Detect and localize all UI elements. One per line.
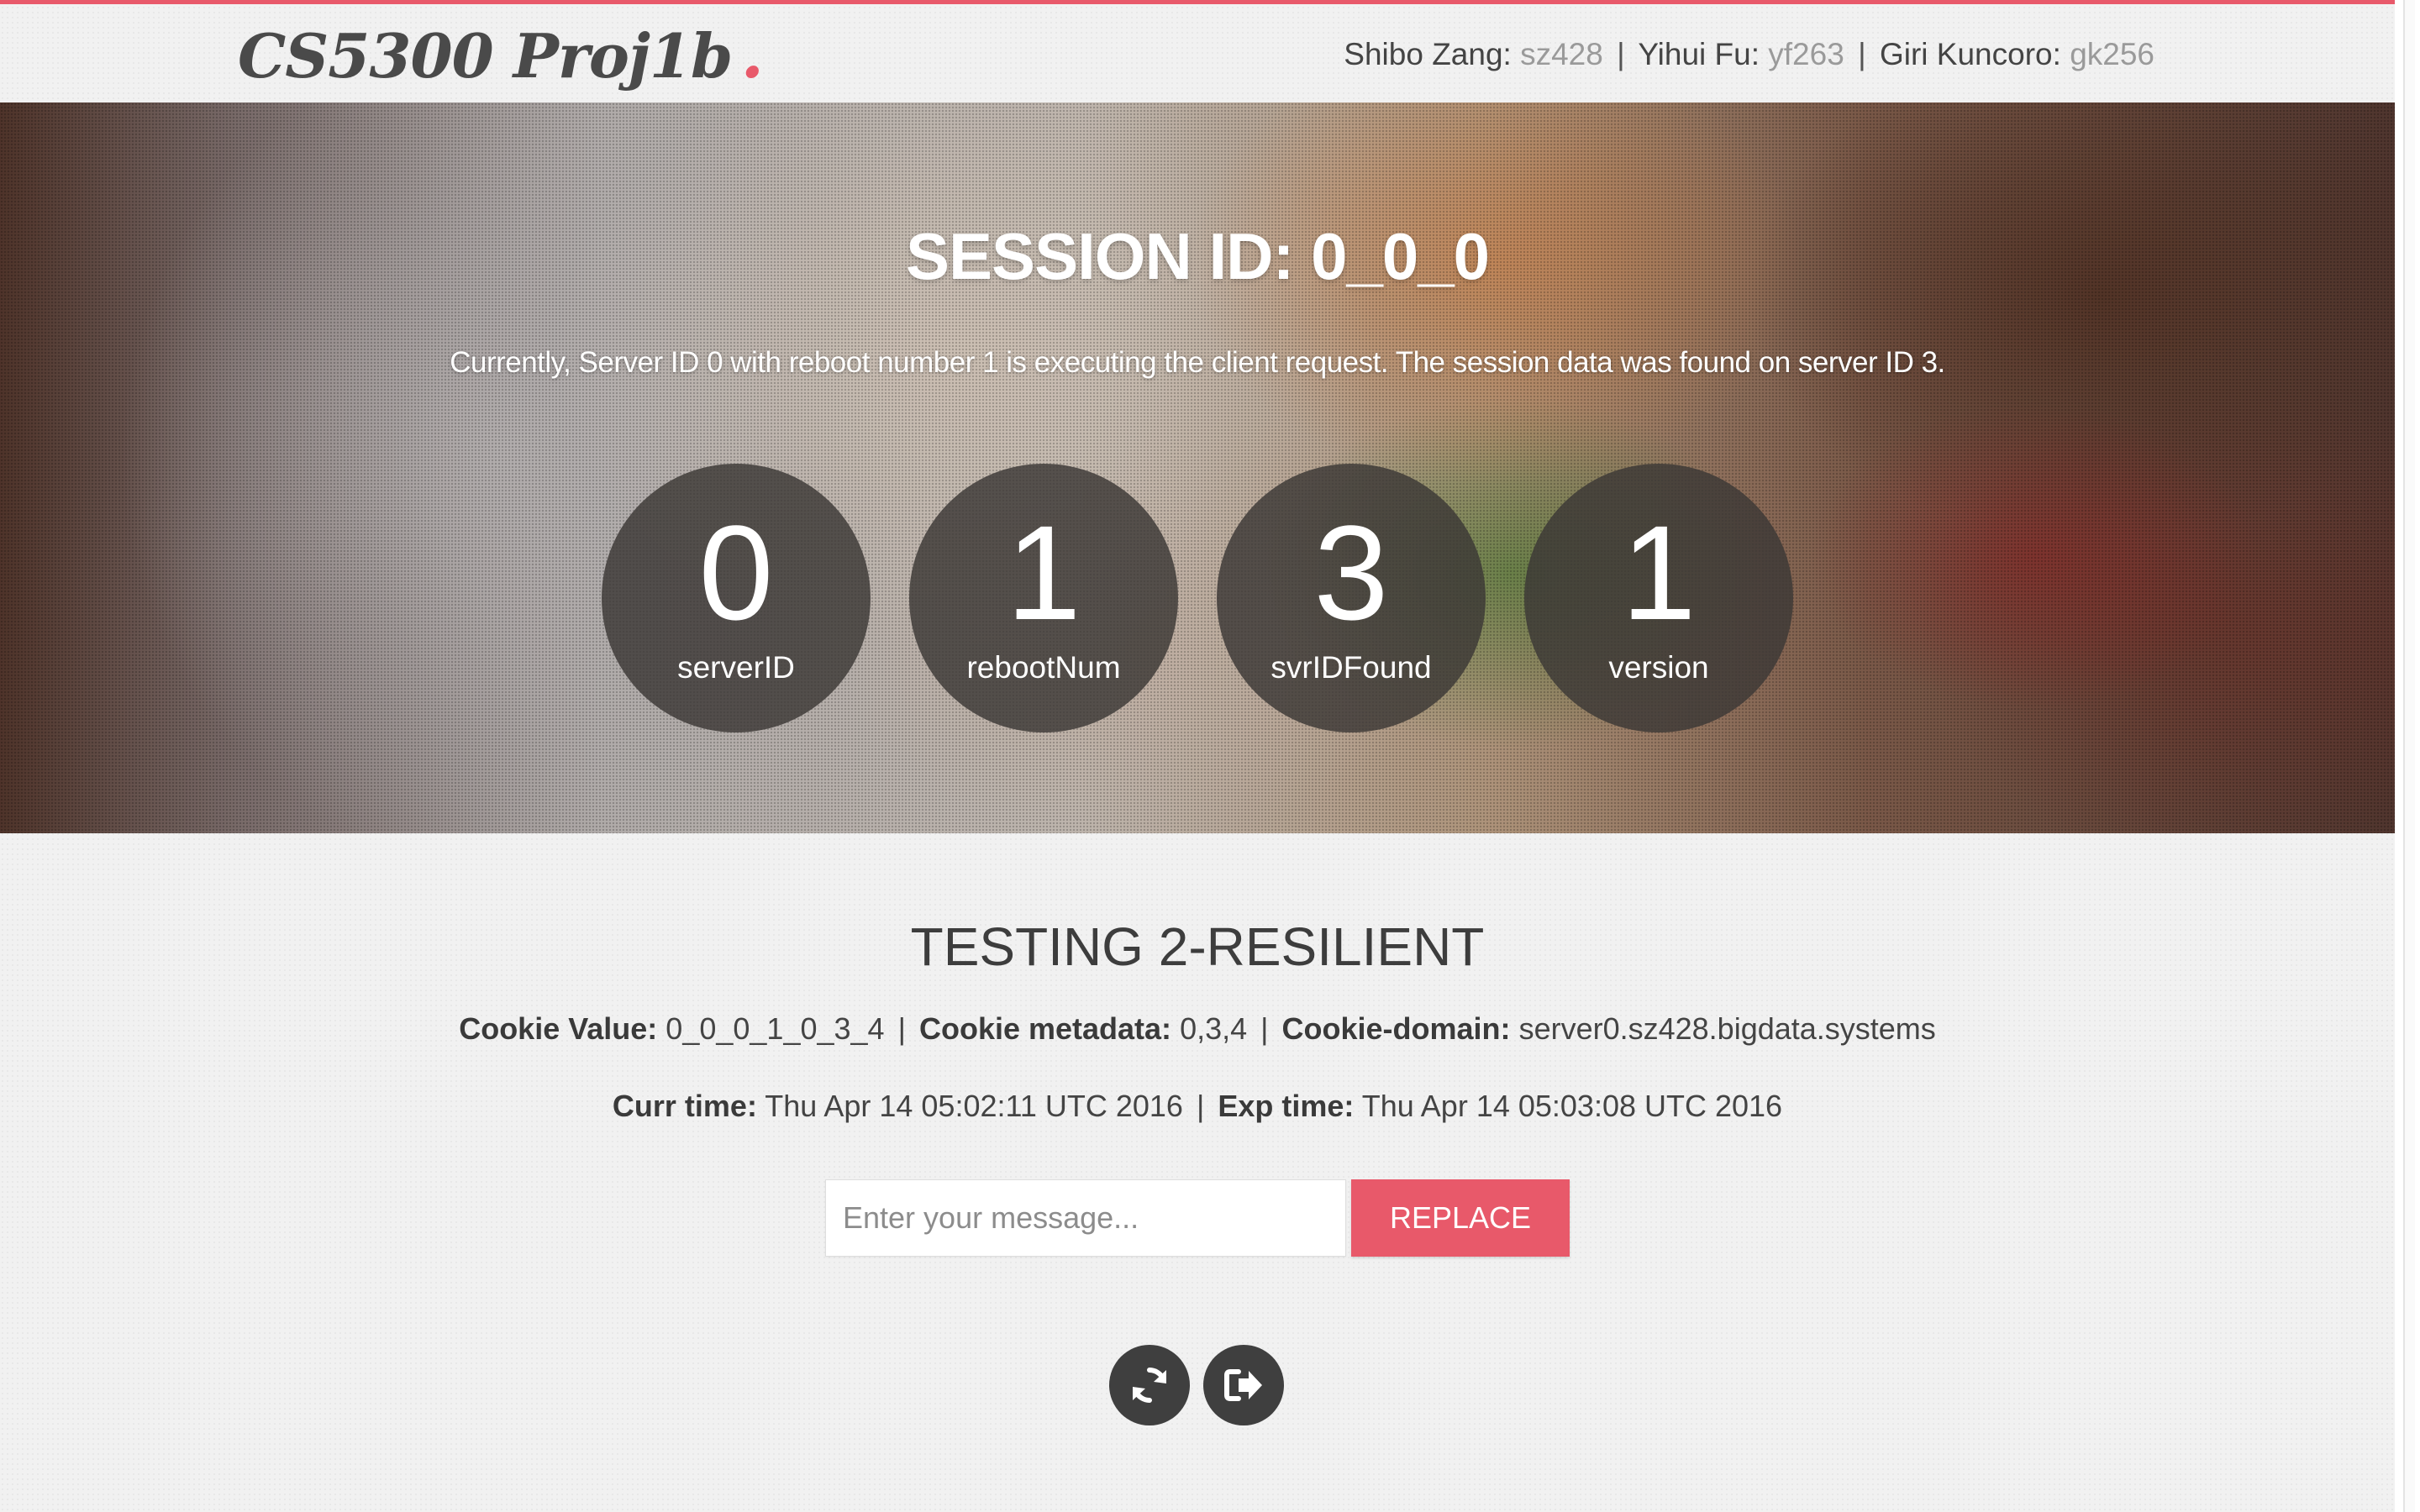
stat-value: 1 (1621, 497, 1697, 648)
hero-banner: SESSION ID: 0_0_0 Currently, Server ID 0… (0, 102, 2395, 833)
session-id-title: SESSION ID: 0_0_0 (906, 219, 1490, 293)
separator: | (1617, 37, 1625, 71)
stat-label: version (1608, 650, 1709, 685)
stat-circle-serverid: 0 serverID (602, 464, 871, 732)
cookie-value: 0_0_0_1_0_3_4 (666, 1011, 885, 1046)
stat-value: 0 (698, 497, 774, 648)
author-name: Shibo Zang: (1344, 37, 1512, 71)
exp-time-label: Exp time: (1218, 1089, 1355, 1123)
cookie-value-label: Cookie Value: (459, 1011, 658, 1046)
stat-circle-svridfound: 3 svrIDFound (1217, 464, 1486, 732)
header: CS5300 Proj1b. Shibo Zang: sz428 | Yihui… (0, 4, 2395, 102)
stat-circle-rebootnum: 1 rebootNum (909, 464, 1178, 732)
sign-out-icon (1224, 1369, 1262, 1401)
author-netid: yf263 (1768, 37, 1844, 71)
cookie-metadata-label: Cookie metadata: (918, 1011, 1172, 1046)
refresh-icon (1133, 1368, 1166, 1403)
stat-label: serverID (677, 650, 795, 685)
stat-value: 1 (1006, 497, 1081, 648)
time-info-line: Curr time: Thu Apr 14 05:02:11 UTC 2016 … (0, 1089, 2395, 1124)
author-netid: sz428 (1520, 37, 1603, 71)
author-name: Yihui Fu: (1638, 37, 1760, 71)
cookie-domain-label: Cookie-domain: (1281, 1011, 1511, 1046)
cookie-info-line: Cookie Value: 0_0_0_1_0_3_4 | Cookie met… (0, 1011, 2395, 1047)
author-name: Giri Kuncoro: (1879, 37, 2061, 71)
scrollbar[interactable] (2395, 0, 2420, 1512)
separator: | (1260, 1011, 1269, 1046)
exp-time: Thu Apr 14 05:03:08 UTC 2016 (1361, 1089, 1783, 1123)
site-logo[interactable]: CS5300 Proj1b. (238, 8, 764, 102)
cookie-domain: server0.sz428.bigdata.systems (1518, 1011, 1936, 1046)
stat-label: rebootNum (966, 650, 1121, 685)
page: CS5300 Proj1b. Shibo Zang: sz428 | Yihui… (0, 0, 2395, 1512)
refresh-button[interactable] (1109, 1345, 1190, 1425)
logo-text: CS5300 Proj1b (238, 20, 733, 92)
curr-time-label: Curr time: (612, 1089, 757, 1123)
separator: | (1196, 1089, 1205, 1123)
scrollbar-track[interactable] (2403, 0, 2415, 1512)
logout-button[interactable] (1203, 1345, 1284, 1425)
message-input[interactable] (825, 1179, 1346, 1257)
cookie-metadata: 0,3,4 (1180, 1011, 1248, 1046)
separator: | (897, 1011, 906, 1046)
separator: | (1858, 37, 1866, 71)
author-list: Shibo Zang: sz428 | Yihui Fu: yf263 | Gi… (1344, 29, 2154, 80)
testing-title: TESTING 2-RESILIENT (910, 916, 1485, 977)
curr-time: Thu Apr 14 05:02:11 UTC 2016 (765, 1089, 1183, 1123)
stat-value: 3 (1313, 497, 1389, 648)
session-description: Currently, Server ID 0 with reboot numbe… (450, 346, 1945, 379)
author-netid: gk256 (2070, 37, 2154, 71)
replace-button[interactable]: REPLACE (1351, 1179, 1570, 1257)
stat-circle-version: 1 version (1524, 464, 1793, 732)
stat-label: svrIDFound (1270, 650, 1432, 685)
logo-dot: . (740, 14, 764, 93)
